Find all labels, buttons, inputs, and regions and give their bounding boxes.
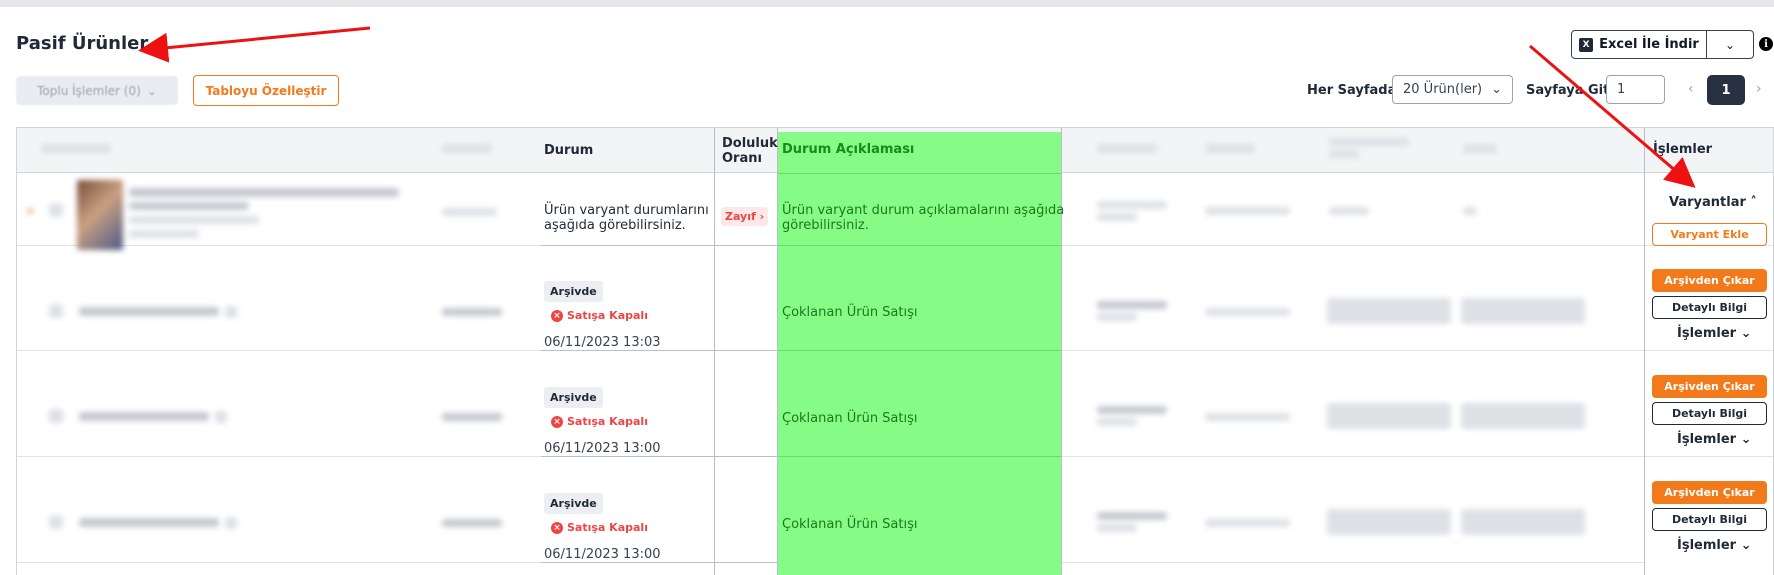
chevron-right-icon: › [759, 210, 765, 223]
variant-description-text: Ürün varyant durum açıklamalarını aşağıd… [782, 203, 1064, 233]
details-button[interactable]: Detaylı Bilgi [1652, 402, 1767, 425]
header-doluluk-line1: Doluluk [722, 136, 778, 151]
page-title: Pasif Ürünler [16, 33, 149, 54]
column-divider [714, 128, 715, 575]
archived-badge: Arşivde [544, 387, 603, 408]
sale-closed-status: × Satışa Kapalı [551, 415, 648, 428]
customize-table-button[interactable]: Tabloyu Özelleştir [193, 75, 339, 106]
fill-rate-label: Zayıf [725, 210, 756, 223]
prev-page-icon[interactable]: ‹ [1688, 81, 1694, 97]
variant-status-text: Ürün varyant durumlarını aşağıda görebil… [544, 203, 709, 233]
unarchive-button[interactable]: Arşivden Çıkar [1652, 375, 1767, 398]
status-description: Çoklanan Ürün Satışı [782, 305, 918, 320]
sale-closed-label: Satışa Kapalı [567, 521, 648, 534]
variant-status-line2: aşağıda görebilirsiniz. [544, 218, 686, 233]
column-divider [1061, 128, 1062, 575]
chevron-down-icon: ⌄ [1724, 37, 1736, 52]
goto-page-input[interactable] [1606, 75, 1665, 104]
top-strip [0, 0, 1774, 7]
per-page-select[interactable]: 20 Ürün(ler) ⌄ [1392, 75, 1513, 104]
status-description: Çoklanan Ürün Satışı [782, 517, 918, 532]
details-button[interactable]: Detaylı Bilgi [1652, 508, 1767, 531]
x-circle-icon: × [551, 521, 563, 534]
excel-dropdown-button[interactable]: ⌄ [1706, 30, 1754, 59]
archive-date: 06/11/2023 13:00 [544, 547, 661, 562]
arrow-to-title [138, 26, 371, 63]
unarchive-button[interactable]: Arşivden Çıkar [1652, 481, 1767, 504]
variant-description-line2: görebilirsiniz. [782, 218, 869, 233]
chevron-down-icon: ⌄ [1491, 82, 1502, 97]
excel-download-label: Excel İle İndir [1599, 37, 1699, 52]
status-description: Çoklanan Ürün Satışı [782, 411, 918, 426]
products-table: Durum Doluluk Oranı Durum Açıklaması Ürü… [16, 127, 1774, 575]
x-circle-icon: × [551, 309, 563, 322]
chevron-down-icon: ⌄ [1740, 432, 1752, 447]
operations-menu-label: İşlemler [1677, 326, 1737, 341]
archived-badge: Arşivde [544, 281, 603, 302]
variants-toggle-label: Varyantlar [1669, 195, 1746, 210]
header-durum-aciklamasi: Durum Açıklaması [782, 142, 915, 157]
bulk-actions-button[interactable]: Toplu İşlemler (0) ⌄ [16, 76, 178, 105]
header-durum: Durum [544, 143, 594, 158]
variant-description-line1: Ürün varyant durum açıklamalarını aşağıd… [782, 203, 1065, 218]
chevron-up-icon: ˄ [1750, 195, 1757, 210]
blurred-detail-columns [1077, 128, 1653, 575]
add-variant-button[interactable]: Varyant Ekle [1652, 223, 1767, 246]
status-description-column-highlight [778, 132, 1061, 575]
details-button[interactable]: Detaylı Bilgi [1652, 296, 1767, 319]
operations-menu[interactable]: İşlemler ⌄ [1677, 538, 1752, 553]
next-page-icon[interactable]: › [1756, 81, 1762, 97]
archived-badge: Arşivde [544, 493, 603, 514]
variants-toggle[interactable]: Varyantlar ˄ [1669, 195, 1757, 210]
info-icon[interactable]: i [1759, 37, 1773, 51]
bulk-actions-label: Toplu İşlemler (0) [37, 83, 141, 98]
per-page-value: 20 Ürün(ler) [1403, 82, 1483, 97]
unarchive-button[interactable]: Arşivden Çıkar [1652, 269, 1767, 292]
operations-menu[interactable]: İşlemler ⌄ [1677, 432, 1752, 447]
fill-rate-badge[interactable]: Zayıf › [721, 207, 769, 226]
goto-page-label: Sayfaya Git [1526, 83, 1610, 98]
sale-closed-status: × Satışa Kapalı [551, 521, 648, 534]
header-doluluk: Doluluk Oranı [722, 136, 778, 166]
sale-closed-label: Satışa Kapalı [567, 415, 648, 428]
chevron-down-icon: ⌄ [1740, 326, 1752, 341]
header-doluluk-line2: Oranı [722, 151, 762, 166]
archive-date: 06/11/2023 13:03 [544, 335, 661, 350]
variant-status-line1: Ürün varyant durumlarını [544, 203, 709, 218]
operations-menu[interactable]: İşlemler ⌄ [1677, 326, 1752, 341]
sale-closed-label: Satışa Kapalı [567, 309, 648, 322]
excel-download-button[interactable]: X Excel İle İndir [1571, 30, 1707, 59]
header-islemler: İşlemler [1653, 142, 1713, 157]
excel-icon: X [1579, 37, 1594, 52]
chevron-down-icon: ⌄ [146, 83, 157, 98]
per-page-label: Her Sayfada [1307, 83, 1397, 98]
sale-closed-status: × Satışa Kapalı [551, 309, 648, 322]
current-page-button[interactable]: 1 [1707, 75, 1745, 105]
chevron-down-icon: ⌄ [1740, 538, 1752, 553]
x-circle-icon: × [551, 415, 563, 428]
archive-date: 06/11/2023 13:00 [544, 441, 661, 456]
blurred-product-columns [17, 128, 541, 575]
operations-menu-label: İşlemler [1677, 432, 1737, 447]
operations-menu-label: İşlemler [1677, 538, 1737, 553]
